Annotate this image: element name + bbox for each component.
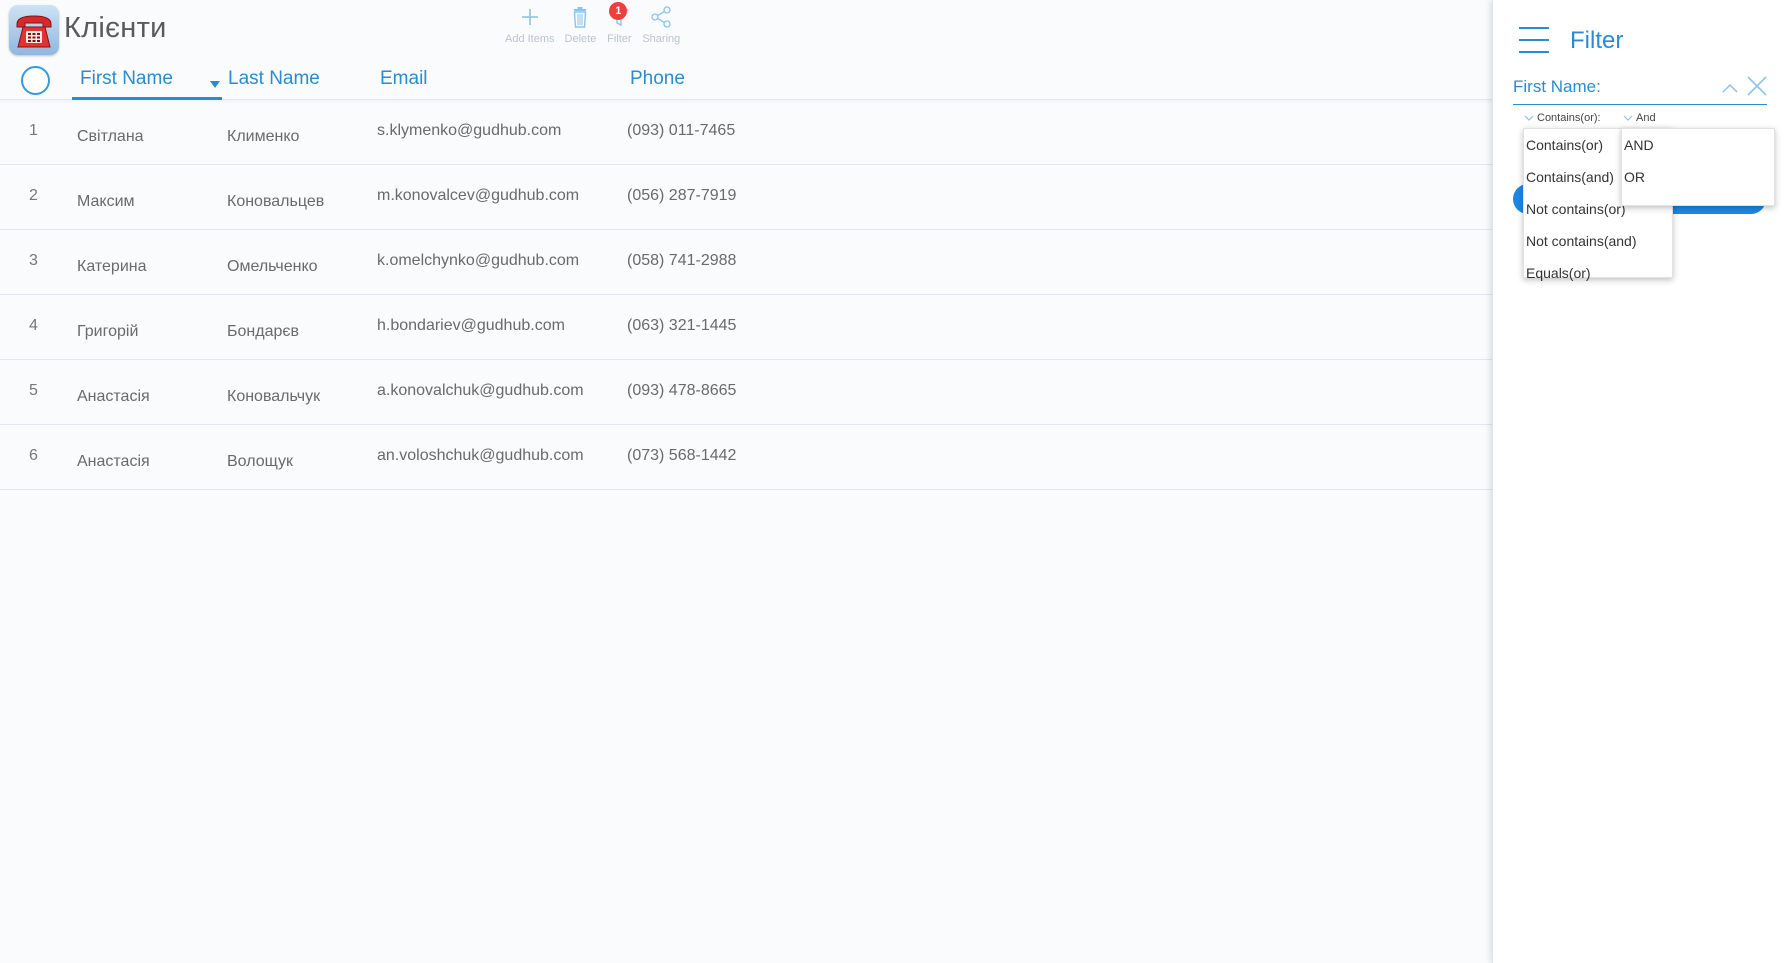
join-option[interactable]: OR (1622, 161, 1774, 193)
cell-first-name: Анастасія (77, 388, 150, 405)
filter-field-label: First Name: (1513, 77, 1601, 96)
cell-email: a.konovalchuk@gudhub.com (377, 382, 584, 399)
cell-phone: (056) 287-7919 (627, 187, 737, 204)
app-header: Клієнти Add Items Delete 1 Filter Sharin… (0, 0, 1492, 62)
join-select[interactable]: And (1623, 112, 1656, 124)
cell-first-name: Анастасія (77, 453, 150, 470)
cell-first-name: Світлана (77, 128, 144, 145)
row-number: 1 (29, 122, 38, 139)
chevron-down-icon (1623, 115, 1633, 121)
filter-panel-title: Filter (1570, 27, 1624, 54)
cell-phone: (093) 011-7465 (627, 122, 736, 139)
cell-last-name: Коновальчук (227, 388, 321, 405)
column-header-email[interactable]: Email (380, 68, 428, 90)
cell-last-name: Омельченко (227, 258, 318, 275)
column-header-last-name[interactable]: Last Name (210, 68, 320, 90)
cell-phone: (063) 321-1445 (627, 317, 737, 334)
cell-email: k.omelchynko@gudhub.com (377, 252, 580, 269)
cell-last-name: Клименко (227, 128, 300, 145)
row-number: 4 (29, 317, 38, 334)
condition-option[interactable]: Not contains(and) (1524, 225, 1672, 257)
table-row[interactable]: 5 Анастасія Коновальчук a.konovalchuk@gu… (0, 360, 1492, 425)
table-row[interactable]: 1 Світлана Клименко s.klymenko@gudhub.co… (0, 100, 1492, 165)
column-header-last-name-label: Last Name (228, 68, 320, 89)
column-header-first-name[interactable]: First Name (72, 68, 222, 100)
share-icon (651, 6, 671, 28)
add-items-label: Add Items (505, 33, 555, 45)
filter-button[interactable]: 1 Filter (601, 2, 637, 48)
join-option[interactable]: AND (1622, 129, 1774, 161)
condition-option[interactable]: Equals(or) (1524, 257, 1672, 289)
table-row[interactable]: 2 Максим Коновальцев m.konovalcev@gudhub… (0, 165, 1492, 230)
column-header-phone[interactable]: Phone (630, 68, 685, 90)
cell-phone: (073) 568-1442 (627, 447, 737, 464)
telephone-icon (16, 15, 52, 48)
join-selected-value: And (1636, 112, 1656, 124)
table-row[interactable]: 3 Катерина Омельченко k.omelchynko@gudhu… (0, 230, 1492, 295)
menu-icon[interactable] (1519, 27, 1549, 53)
plus-icon (521, 9, 538, 25)
cell-first-name: Катерина (77, 258, 147, 275)
condition-selected-value: Contains(or): (1537, 112, 1601, 124)
cell-email: h.bondariev@gudhub.com (377, 317, 565, 334)
cell-phone: (093) 478-8665 (627, 382, 737, 399)
row-number: 5 (29, 382, 38, 399)
table-row[interactable]: 4 Григорій Бондарєв h.bondariev@gudhub.c… (0, 295, 1492, 360)
row-number: 6 (29, 447, 38, 464)
add-items-button[interactable]: Add Items (500, 4, 560, 48)
column-header-first-name-label: First Name (80, 68, 173, 89)
column-header-email-label: Email (380, 68, 428, 89)
cell-last-name: Волощук (227, 453, 293, 470)
column-header-phone-label: Phone (630, 68, 685, 89)
cell-email: an.voloshchuk@gudhub.com (377, 447, 584, 464)
cell-last-name: Коновальцев (227, 193, 325, 210)
page-title: Клієнти (64, 12, 167, 44)
select-all-checkbox[interactable] (21, 66, 50, 95)
table-row[interactable]: 6 Анастасія Волощук an.voloshchuk@gudhub… (0, 425, 1492, 490)
sharing-button[interactable]: Sharing (637, 4, 685, 48)
cell-first-name: Максим (77, 193, 135, 210)
filter-panel: Filter First Name: Contains(or): And Con… (1492, 0, 1792, 963)
join-dropdown: AND OR (1621, 128, 1775, 206)
row-number: 3 (29, 252, 38, 269)
filter-label: Filter (607, 33, 632, 45)
cell-email: m.konovalcev@gudhub.com (377, 187, 580, 204)
condition-select[interactable]: Contains(or): (1524, 112, 1601, 124)
sharing-label: Sharing (642, 33, 681, 45)
table-header: First Name Last Name Email Phone (0, 62, 1492, 100)
sort-desc-icon (210, 81, 220, 88)
chevron-up-icon[interactable] (1721, 81, 1739, 95)
cell-first-name: Григорій (77, 323, 139, 340)
cell-phone: (058) 741-2988 (627, 252, 737, 269)
delete-button[interactable]: Delete (560, 4, 602, 48)
close-icon[interactable] (1744, 73, 1770, 99)
cell-email: s.klymenko@gudhub.com (377, 122, 562, 139)
filter-field-row: First Name: (1513, 73, 1767, 105)
row-number: 2 (29, 187, 38, 204)
main-area: Клієнти Add Items Delete 1 Filter Sharin… (0, 0, 1492, 963)
trash-icon (574, 7, 587, 28)
table-body: 1 Світлана Клименко s.klymenko@gudhub.co… (0, 100, 1492, 490)
phone-app-icon[interactable] (9, 5, 59, 55)
delete-label: Delete (564, 33, 597, 45)
cell-last-name: Бондарєв (227, 323, 300, 340)
toolbar: Add Items Delete 1 Filter Sharing (500, 2, 685, 48)
chevron-down-icon (1524, 115, 1534, 121)
